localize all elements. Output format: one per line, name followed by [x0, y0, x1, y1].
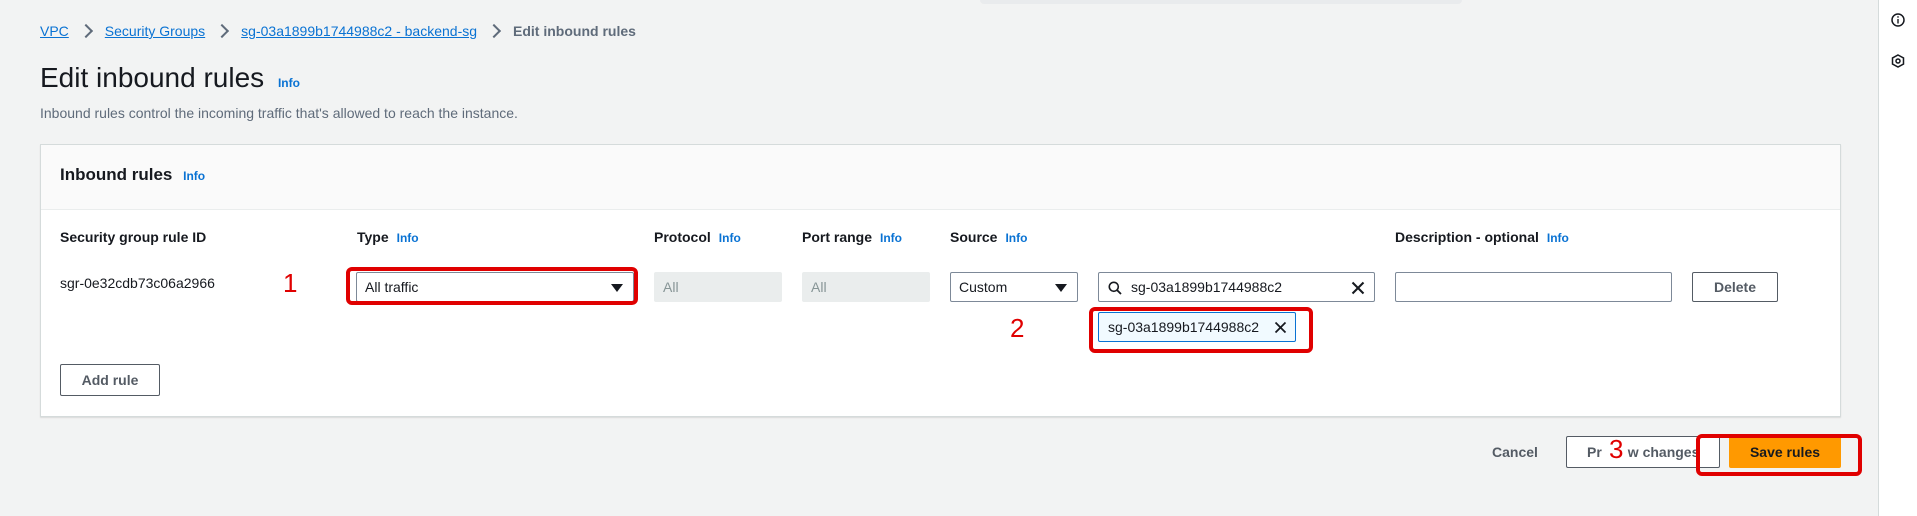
panel-info-link[interactable]: Info: [183, 169, 205, 183]
panel-title-text: Inbound rules: [60, 165, 173, 184]
search-icon: [1108, 281, 1122, 295]
breadcrumb-vpc[interactable]: VPC: [40, 23, 69, 39]
column-header-protocol: Protocol Info: [654, 229, 741, 245]
source-search-value: sg-03a1899b1744988c2: [1131, 279, 1283, 295]
column-header-port-label: Port range: [802, 229, 873, 245]
chevron-right-icon: [78, 23, 93, 39]
annotation-number-1: 1: [283, 268, 298, 298]
source-info-link[interactable]: Info: [1005, 231, 1027, 245]
info-icon[interactable]: [1891, 13, 1905, 27]
description-input[interactable]: [1395, 272, 1672, 302]
column-header-source-label: Source: [950, 229, 998, 245]
protocol-info-link[interactable]: Info: [719, 231, 741, 245]
panel-header: [41, 145, 1840, 210]
panel-title: Inbound rules Info: [60, 165, 205, 185]
breadcrumb: VPC Security Groups sg-03a1899b1744988c2…: [40, 22, 636, 40]
page-title: Edit inbound rules Info: [40, 62, 300, 94]
type-info-link[interactable]: Info: [397, 231, 419, 245]
add-rule-button[interactable]: Add rule: [60, 364, 160, 396]
rule-id: sgr-0e32cdb73c06a2966: [60, 275, 215, 291]
column-header-protocol-label: Protocol: [654, 229, 711, 245]
cancel-button[interactable]: Cancel: [1492, 444, 1538, 460]
column-header-port-range: Port range Info: [802, 229, 902, 245]
breadcrumb-security-groups[interactable]: Security Groups: [105, 23, 205, 39]
annotation-box-type: [346, 267, 638, 305]
page-title-text: Edit inbound rules: [40, 62, 265, 93]
chevron-right-icon: [215, 23, 230, 39]
port-range-field: All: [802, 272, 930, 302]
delete-button[interactable]: Delete: [1692, 272, 1778, 302]
page-description: Inbound rules control the incoming traff…: [40, 105, 518, 121]
preview-changes-label-start: Pr: [1587, 444, 1602, 460]
protocol-value: All: [663, 279, 679, 295]
column-header-type-label: Type: [357, 229, 389, 245]
port-info-link[interactable]: Info: [880, 231, 902, 245]
caret-down-icon: [1055, 284, 1067, 292]
annotation-box-save: [1696, 434, 1862, 476]
annotation-number-3: 3: [1609, 434, 1624, 464]
column-header-rule-id: Security group rule ID: [60, 229, 207, 245]
right-rail: [1878, 0, 1917, 516]
port-range-value: All: [811, 279, 827, 295]
preview-changes-label-end: w changes: [1627, 444, 1700, 460]
breadcrumb-security-group[interactable]: sg-03a1899b1744988c2 - backend-sg: [241, 23, 477, 39]
source-select-value: Custom: [959, 279, 1008, 295]
source-select[interactable]: Custom: [950, 272, 1078, 302]
breadcrumb-current: Edit inbound rules: [513, 23, 636, 39]
source-search-input[interactable]: sg-03a1899b1744988c2: [1098, 272, 1375, 302]
chevron-right-icon: [486, 23, 502, 39]
description-info-link[interactable]: Info: [1547, 231, 1569, 245]
page-info-link[interactable]: Info: [278, 76, 300, 90]
settings-icon[interactable]: [1891, 54, 1905, 68]
annotation-number-2: 2: [1010, 313, 1025, 343]
column-header-source: Source Info: [950, 229, 1027, 245]
column-header-description-label: Description - optional: [1395, 229, 1539, 245]
annotation-box-source: [1089, 307, 1313, 353]
protocol-field: All: [654, 272, 782, 302]
column-header-description: Description - optional Info: [1395, 229, 1569, 245]
overlay-edge: [980, 0, 1462, 4]
close-icon[interactable]: [1351, 281, 1365, 295]
column-header-type: Type Info: [357, 229, 419, 245]
